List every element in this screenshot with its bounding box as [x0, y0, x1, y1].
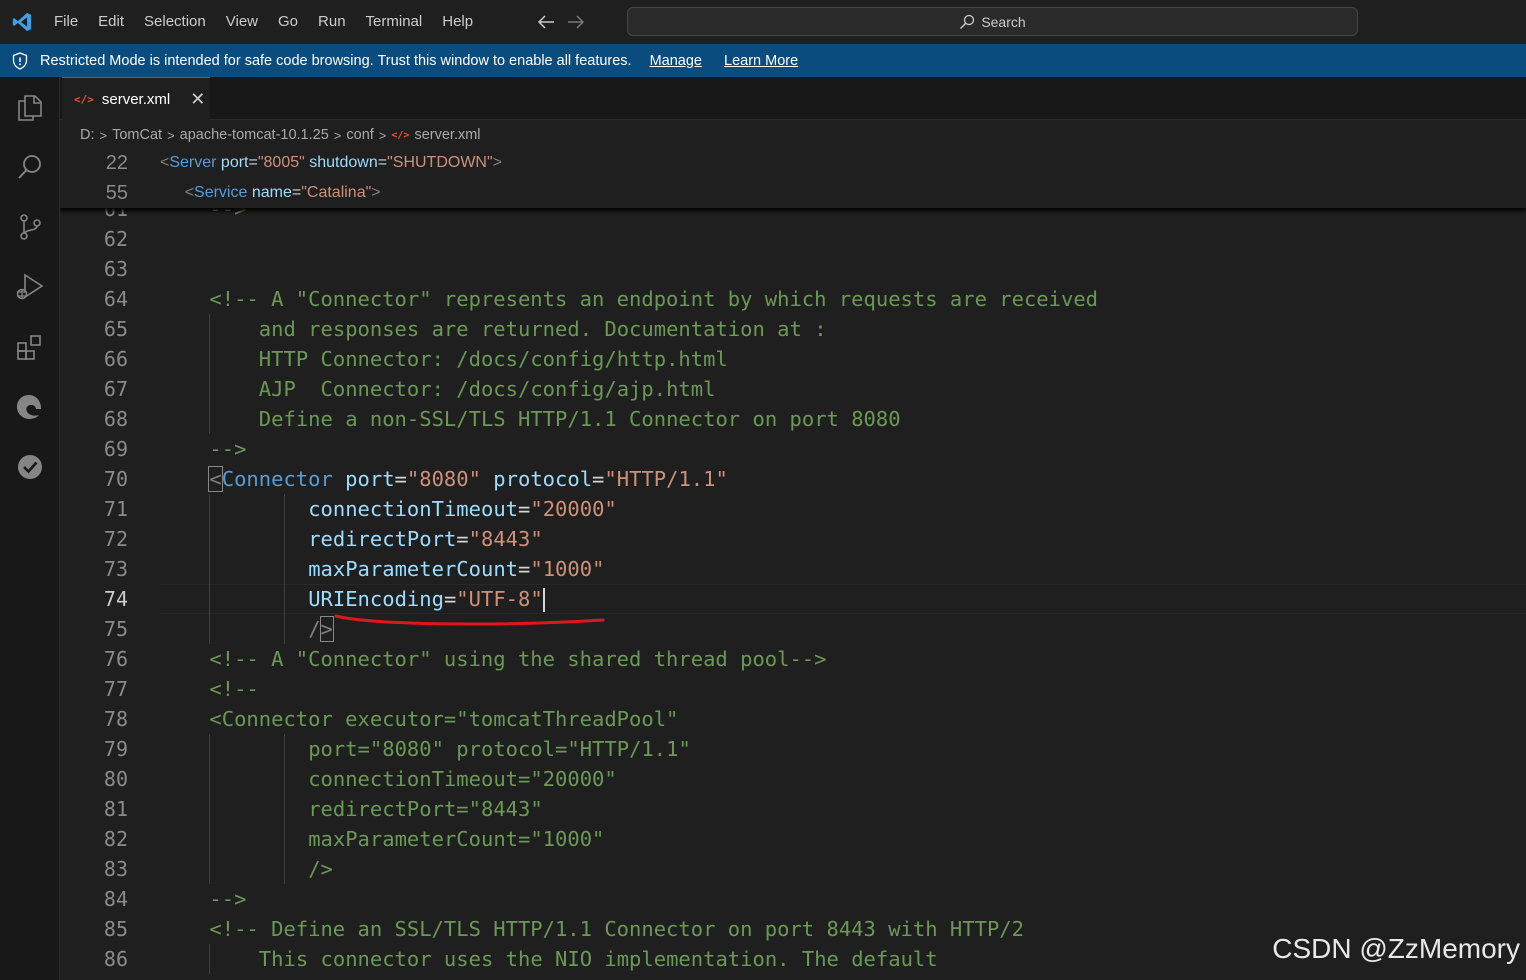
close-icon[interactable]: ✕ — [190, 89, 205, 110]
restricted-mode-banner: Restricted Mode is intended for safe cod… — [0, 44, 1526, 77]
run-debug-icon[interactable] — [0, 257, 60, 317]
breadcrumb-folder[interactable]: TomCat — [112, 127, 162, 143]
menu-bar: File Edit Selection View Go Run Terminal Help — [44, 0, 483, 44]
menu-terminal[interactable]: Terminal — [356, 0, 433, 44]
menu-edit[interactable]: Edit — [88, 0, 134, 44]
back-arrow-icon[interactable] — [531, 7, 561, 37]
shield-icon — [0, 51, 40, 70]
forward-arrow-icon[interactable] — [561, 7, 591, 37]
chevron-right-icon: > — [333, 127, 342, 143]
extensions-icon[interactable] — [0, 317, 60, 377]
chevron-right-icon: > — [99, 127, 108, 143]
watermark: CSDN @ZzMemory — [1272, 933, 1520, 964]
title-bar: File Edit Selection View Go Run Terminal Help S… — [0, 0, 1526, 44]
navigation-arrows — [531, 7, 591, 37]
edge-devtools-icon[interactable] — [0, 377, 60, 437]
explorer-icon[interactable] — [0, 77, 60, 137]
breadcrumb-folder[interactable]: conf — [346, 127, 373, 143]
menu-selection[interactable]: Selection — [134, 0, 216, 44]
search-icon — [960, 14, 975, 29]
tab-server-xml[interactable]: </> server.xml ✕ — [62, 77, 210, 120]
breadcrumb-drive[interactable]: D: — [80, 127, 95, 143]
menu-view[interactable]: View — [216, 0, 268, 44]
menu-help[interactable]: Help — [432, 0, 483, 44]
breadcrumb-file[interactable]: server.xml — [414, 127, 480, 143]
search-label: Search — [981, 13, 1026, 30]
breadcrumb: D: > TomCat > apache-tomcat-10.1.25 > co… — [80, 122, 481, 148]
testing-check-icon[interactable] — [0, 437, 60, 497]
manage-link[interactable]: Manage — [650, 53, 702, 69]
learn-more-link[interactable]: Learn More — [724, 53, 798, 69]
code-editor[interactable]: 61 --> 62 63 64 <!-- A "Connector" represents… — [60, 148, 1526, 980]
red-underline-annotation — [334, 614, 605, 626]
search-view-icon[interactable] — [0, 137, 60, 197]
xml-file-icon: </> — [74, 92, 94, 106]
command-center-search[interactable]: Search — [627, 7, 1358, 36]
chevron-right-icon: > — [167, 127, 175, 143]
xml-file-icon: </> — [391, 129, 410, 141]
chevron-right-icon: > — [378, 127, 387, 143]
menu-go[interactable]: Go — [268, 0, 308, 44]
menu-run[interactable]: Run — [308, 0, 356, 44]
source-control-icon[interactable] — [0, 197, 60, 257]
vscode-logo-icon — [0, 0, 44, 44]
banner-message: Restricted Mode is intended for safe cod… — [40, 52, 632, 69]
menu-file[interactable]: File — [44, 0, 88, 44]
editor-tabs: </> server.xml ✕ — [60, 77, 1526, 120]
breadcrumb-folder[interactable]: apache-tomcat-10.1.25 — [180, 127, 329, 143]
activity-bar — [0, 77, 60, 980]
tab-label: server.xml — [101, 90, 171, 108]
